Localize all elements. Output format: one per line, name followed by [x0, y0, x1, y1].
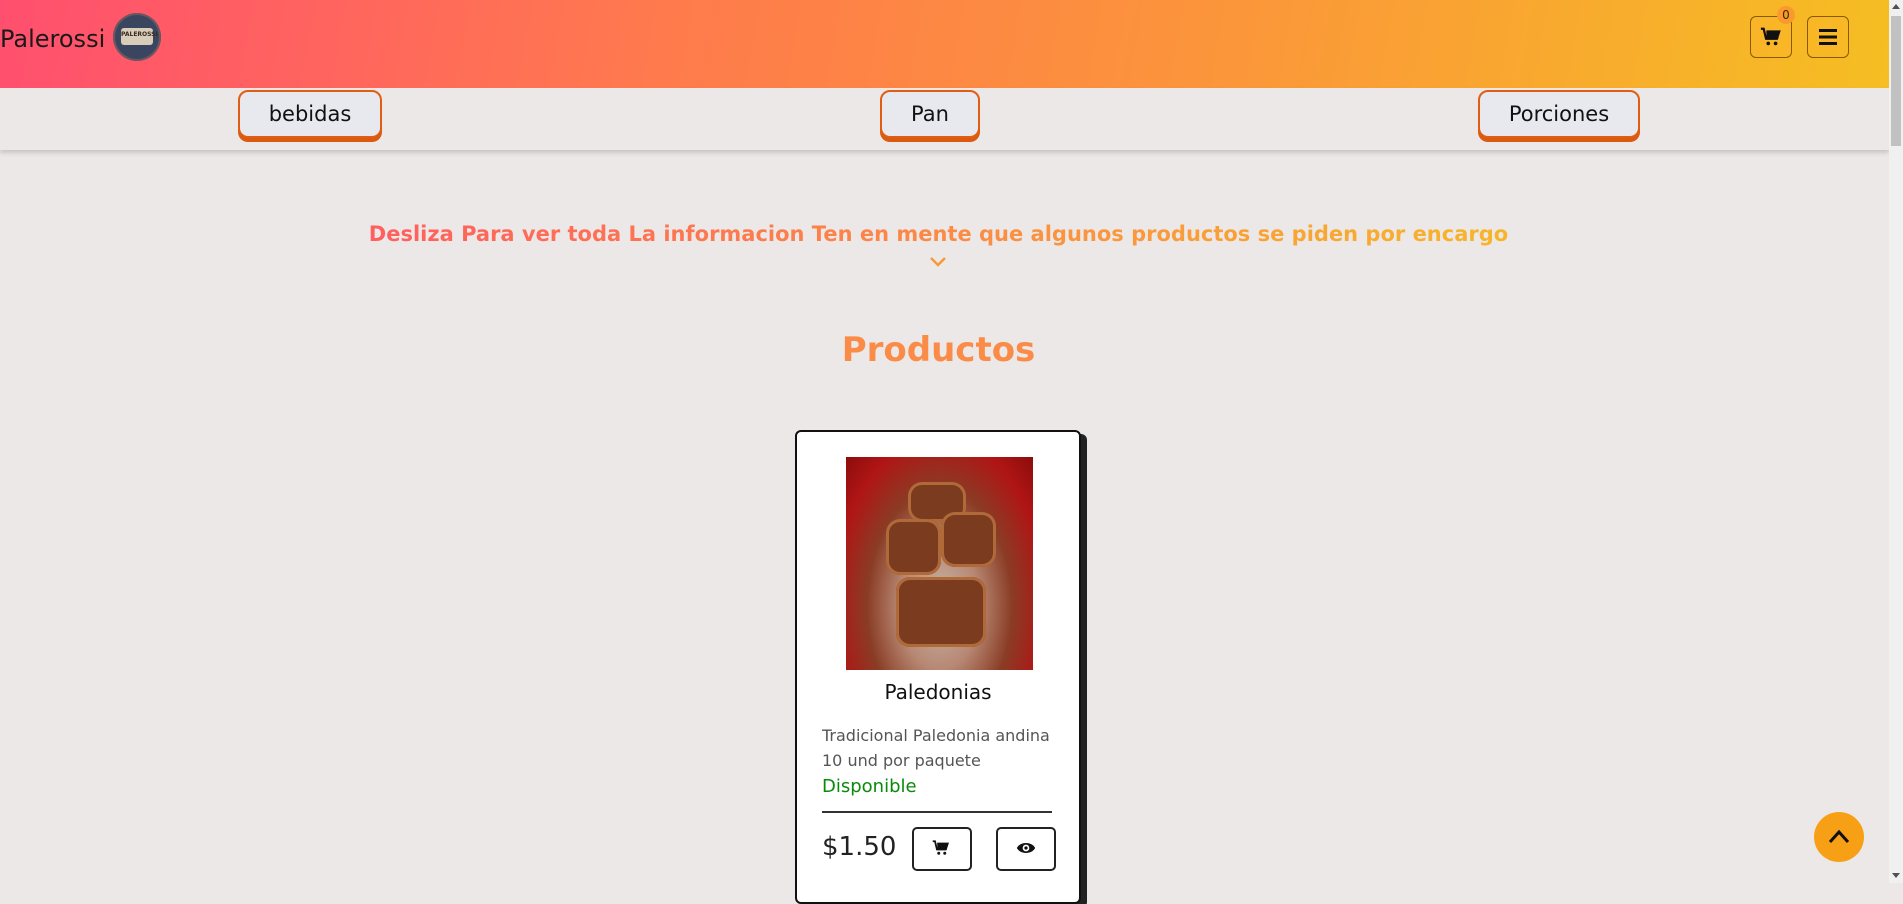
page-scrollbar[interactable] — [1889, 0, 1903, 883]
hamburger-menu-icon — [1819, 29, 1837, 45]
scrollbar-thumb[interactable] — [1891, 16, 1901, 146]
category-bebidas-button[interactable]: bebidas — [238, 90, 382, 138]
category-porciones-button[interactable]: Porciones — [1478, 90, 1640, 138]
view-product-button[interactable] — [996, 827, 1056, 871]
eye-icon — [1016, 843, 1036, 853]
brand-name[interactable]: Palerossi — [0, 25, 105, 53]
scroll-up-arrow-icon[interactable] — [1892, 4, 1900, 9]
scroll-hint: Desliza Para ver toda La informacion Ten… — [0, 222, 1877, 246]
category-bar: bebidas Pan Porciones — [0, 88, 1889, 150]
product-name: Paledonias — [884, 680, 992, 704]
back-to-top-button[interactable] — [1814, 812, 1864, 862]
chevron-up-icon — [1828, 829, 1850, 844]
scroll-down-arrow-icon[interactable] — [1892, 873, 1900, 878]
scroll-hint-text: Desliza Para ver toda La informacion Ten… — [368, 222, 1509, 246]
cart-icon — [1760, 27, 1781, 46]
product-image[interactable] — [846, 457, 1033, 670]
cart-count-badge: 0 — [1777, 6, 1795, 24]
cart-plus-icon — [932, 840, 949, 855]
category-pan-button[interactable]: Pan — [880, 90, 980, 138]
product-price: $1.50 — [822, 832, 897, 862]
add-to-cart-button[interactable] — [912, 827, 972, 871]
brand-logo[interactable]: PALEROSSI — [113, 13, 161, 61]
product-card: Paledonias Tradicional Paledonia andina … — [795, 430, 1081, 904]
products-heading: Productos — [841, 330, 1036, 370]
logo-text: PALEROSSI — [121, 31, 158, 38]
menu-button[interactable] — [1807, 16, 1849, 58]
chevron-down-icon — [930, 257, 946, 267]
top-navbar: Palerossi PALEROSSI 0 — [0, 0, 1889, 88]
product-description: Tradicional Paledonia andina 10 und por … — [822, 726, 1050, 770]
product-availability: Disponible — [822, 776, 917, 797]
card-divider — [822, 811, 1052, 813]
